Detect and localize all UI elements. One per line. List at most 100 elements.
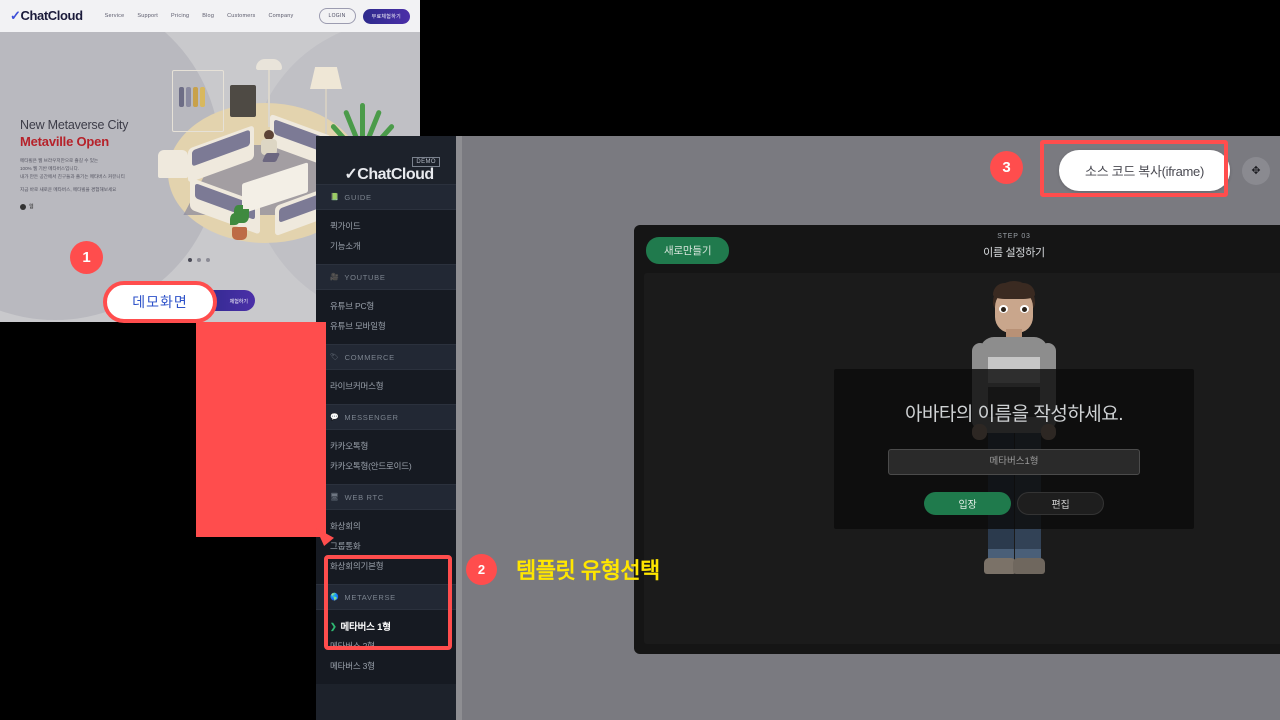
sidebar-section-messenger: 💬 MESSENGER	[316, 404, 462, 430]
site-nav-buttons: LOGIN 무료체험하기	[318, 8, 410, 24]
sidebar-item-metaverse-1[interactable]: ❯ 메타버스 1형	[316, 616, 462, 636]
modal-buttons: 입장 편집	[924, 492, 1104, 515]
sidebar-item-videoconf-basic[interactable]: 화상회의기본형	[316, 556, 462, 576]
video-icon: 🎥	[330, 274, 340, 281]
nav-link-service[interactable]: Service	[105, 13, 125, 19]
sidebar-item-label: 유튜브 PC형	[330, 301, 375, 311]
sidebar-group-youtube: 유튜브 PC형 유튜브 모바일형	[316, 290, 462, 344]
sidebar-item-label: 화상회의기본형	[330, 561, 384, 571]
sidebar-section-label: WEB RTC	[344, 492, 384, 502]
sidebar-item-label: 라이브커머스형	[330, 381, 384, 391]
sidebar-section-label: COMMERCE	[344, 352, 395, 362]
room-character	[258, 130, 281, 166]
nav-link-customers[interactable]: Customers	[227, 13, 255, 19]
hero-body-line-1: 메타빌은 웹 브라우저만으로 즐길 수 있는	[20, 158, 99, 163]
sidebar-item-label: 카카오톡형(안드로이드)	[330, 461, 412, 471]
step-title: 이름 설정하기	[983, 247, 1045, 259]
callout-label-demo-screen: 데모화면	[103, 281, 217, 323]
sidebar-section-label: MESSENGER	[344, 412, 399, 422]
book-icon: 📗	[330, 194, 340, 201]
site-logo[interactable]: ✓ ChatCloud	[10, 8, 83, 24]
callout-badge-1: 1	[70, 241, 103, 274]
sidebar-item-label: 유튜브 모바일형	[330, 321, 386, 331]
template-viewer: 새로만들기 STEP 03 이름 설정하기 아바타의 이름을 작성하세요. 메타…	[634, 225, 1280, 654]
tripod-lamp-shade	[310, 67, 342, 89]
tag-icon: 🏷	[330, 354, 340, 361]
hero-body-line-2: 100% 웹 기반 메타버스입니다.	[20, 166, 80, 172]
monitor-icon: 🖥	[330, 494, 340, 501]
sidebar-item-kakao-android[interactable]: 카카오톡형(안드로이드)	[316, 456, 462, 476]
avatar-name-modal: 아바타의 이름을 작성하세요. 메타버스1형 입장 편집	[834, 369, 1194, 529]
carousel-dot-2[interactable]	[197, 258, 201, 262]
avatar-scene: 아바타의 이름을 작성하세요. 메타버스1형 입장 편집	[644, 273, 1280, 644]
potted-plant	[228, 205, 250, 240]
carousel-dots[interactable]	[188, 258, 210, 262]
expand-icon[interactable]: ✥	[1242, 156, 1270, 185]
sidebar-section-commerce: 🏷 COMMERCE	[316, 344, 462, 370]
chat-icon: 💬	[330, 414, 340, 421]
hero-cta-label: 체험하기	[229, 299, 248, 305]
site-nav-links: Service Support Pricing Blog Customers C…	[105, 13, 294, 19]
sidebar-item-groupcall[interactable]: 그룹통화	[316, 536, 462, 556]
copy-iframe-source-button[interactable]: 소스 코드 복사(iframe)	[1059, 150, 1230, 191]
wall-board	[230, 85, 256, 117]
step-indicator: STEP 03 이름 설정하기	[634, 233, 1280, 260]
sidebar-item-metaverse-2[interactable]: 메타버스 2형	[316, 636, 462, 656]
edit-button[interactable]: 편집	[1017, 492, 1104, 515]
site-navbar: ✓ ChatCloud Service Support Pricing Blog …	[0, 0, 420, 32]
check-icon: ✓	[344, 166, 358, 183]
nav-link-blog[interactable]: Blog	[202, 13, 214, 19]
demo-stage: 소스 코드 복사(iframe) ✥ 새로만들기 STEP 03 이름 설정하기	[462, 136, 1280, 720]
sidebar-item-label: 메타버스 3형	[330, 661, 375, 671]
chevron-right-icon: ❯	[330, 621, 337, 631]
callout-label-template-select: 템플릿 유형선택	[516, 558, 660, 583]
sidebar-item-videoconf[interactable]: 화상회의	[316, 516, 462, 536]
globe-icon	[20, 203, 26, 210]
sidebar-item-label: 카카오톡형	[330, 441, 369, 451]
hero-body-line-3: 내가 만든 공간에서 친구들과 즐기는 메타버스 커뮤니티	[20, 174, 125, 180]
sidebar-item-label: 퀵가이드	[330, 221, 361, 231]
sidebar-item-metaverse-3[interactable]: 메타버스 3형	[316, 656, 462, 676]
demo-logo-text: ✓ChatCloud	[344, 166, 434, 183]
viewer-header: 새로만들기 STEP 03 이름 설정하기	[634, 225, 1280, 273]
step-number: STEP 03	[997, 233, 1031, 240]
sidebar-section-label: YOUTUBE	[344, 272, 386, 282]
site-logo-text: ChatCloud	[20, 8, 84, 23]
sidebar-section-webrtc: 🖥 WEB RTC	[316, 484, 462, 510]
carousel-dot-3[interactable]	[206, 258, 210, 262]
demo-logo[interactable]: ✓ChatCloud DEMO	[316, 136, 462, 184]
sidebar-item-livecommerce[interactable]: 라이브커머스형	[316, 376, 462, 396]
avatar-name-input[interactable]: 메타버스1형	[888, 449, 1140, 475]
sidebar-group-commerce: 라이브커머스형	[316, 370, 462, 404]
demo-panel: ✓ChatCloud DEMO 📗 GUIDE 퀵가이드 기능소개 🎥 YOUT…	[316, 136, 1280, 720]
sidebar-group-webrtc: 화상회의 그룹통화 화상회의기본형	[316, 510, 462, 584]
sidebar-section-label: GUIDE	[344, 192, 372, 202]
sidebar-section-youtube: 🎥 YOUTUBE	[316, 264, 462, 290]
free-trial-button[interactable]: 무료체험하기	[362, 8, 410, 24]
sidebar-group-messenger: 카카오톡형 카카오톡형(안드로이드)	[316, 430, 462, 484]
sidebar-item-label: 화상회의	[330, 521, 361, 531]
sidebar-item-youtube-pc[interactable]: 유튜브 PC형	[316, 296, 462, 316]
login-button[interactable]: LOGIN	[318, 8, 356, 24]
web-tag: 웹	[20, 203, 200, 210]
sidebar-section-metaverse: 🌎 METAVERSE	[316, 584, 462, 610]
check-icon: ✓	[10, 8, 21, 23]
nav-link-support[interactable]: Support	[137, 13, 158, 19]
sidebar-item-features[interactable]: 기능소개	[316, 236, 462, 256]
sidebar-item-label: 기능소개	[330, 241, 361, 251]
callout-badge-3: 3	[990, 151, 1023, 184]
hero-body-line-4: 지금 바로 새로운 메타버스, 메타빌을 경험해보세요	[20, 187, 117, 193]
sidebar-item-kakao[interactable]: 카카오톡형	[316, 436, 462, 456]
nav-link-pricing[interactable]: Pricing	[171, 13, 189, 19]
clothing-item	[193, 87, 198, 107]
carousel-dot-1[interactable]	[188, 258, 192, 262]
callout-badge-2: 2	[466, 554, 497, 585]
sidebar-item-youtube-mobile[interactable]: 유튜브 모바일형	[316, 316, 462, 336]
sidebar-item-label: 메타버스 2형	[330, 641, 375, 651]
enter-button[interactable]: 입장	[924, 492, 1011, 515]
hero-kicker: New Metaverse City	[20, 118, 129, 132]
sidebar-item-label: 메타버스 1형	[340, 622, 391, 633]
modal-title: 아바타의 이름을 작성하세요.	[904, 404, 1124, 425]
sidebar-item-quickguide[interactable]: 퀵가이드	[316, 216, 462, 236]
nav-link-company[interactable]: Company	[268, 13, 293, 19]
